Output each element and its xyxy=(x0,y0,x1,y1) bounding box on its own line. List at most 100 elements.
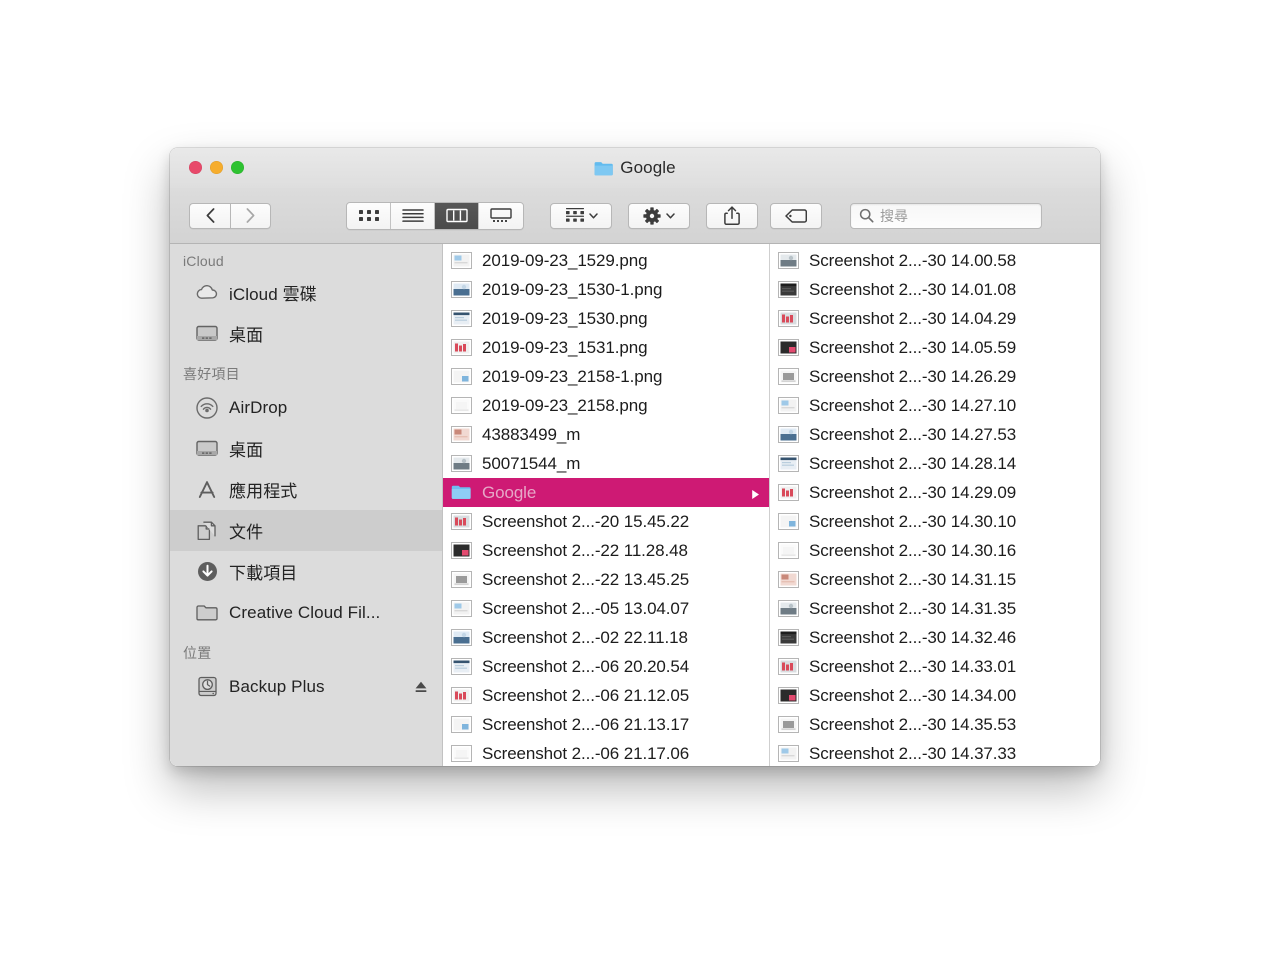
file-row[interactable]: Screenshot 2...-30 14.35.53 xyxy=(770,710,1097,739)
file-row[interactable]: Screenshot 2...-06 21.13.17 xyxy=(443,710,769,739)
file-row[interactable]: Screenshot 2...-30 14.04.29 xyxy=(770,304,1097,333)
image-thumbnail xyxy=(778,687,799,704)
file-row[interactable]: Screenshot 2...-22 11.28.48 xyxy=(443,536,769,565)
image-thumbnail xyxy=(778,658,799,675)
share-icon xyxy=(724,206,740,225)
tag-button[interactable] xyxy=(770,202,822,229)
file-name-label: Screenshot 2...-22 13.45.25 xyxy=(482,569,690,589)
file-name-label: Screenshot 2...-30 14.27.53 xyxy=(809,424,1017,444)
arrange-button[interactable] xyxy=(550,202,612,229)
sidebar-item-1-section-1[interactable]: iCloud 雲碟 xyxy=(170,272,442,313)
file-row[interactable]: 2019-09-23_2158.png xyxy=(443,391,769,420)
sidebar-item-5-section-2[interactable]: 下載項目 xyxy=(170,551,442,592)
minimize-button[interactable] xyxy=(210,161,223,174)
file-row[interactable]: Screenshot 2...-30 14.31.15 xyxy=(770,565,1097,594)
folder-row[interactable]: Google xyxy=(443,478,769,507)
sidebar-item-3-section-2[interactable]: 應用程式 xyxy=(170,469,442,510)
file-row[interactable]: Screenshot 2...-30 14.37.33 xyxy=(770,739,1097,766)
file-row[interactable]: Screenshot 2...-30 14.32.46 xyxy=(770,623,1097,652)
sidebar-item-label: Creative Cloud Fil... xyxy=(229,602,381,622)
downloads-icon xyxy=(196,561,218,583)
file-name-label: Google xyxy=(482,482,537,502)
image-thumbnail xyxy=(451,426,472,443)
list-view-button[interactable] xyxy=(391,202,435,229)
file-row[interactable]: Screenshot 2...-30 14.00.58 xyxy=(770,246,1097,275)
image-thumbnail xyxy=(778,310,799,327)
file-row[interactable]: Screenshot 2...-30 14.31.35 xyxy=(770,594,1097,623)
column-view-icon xyxy=(445,208,468,223)
file-row[interactable]: 2019-09-23_1529.png xyxy=(443,246,769,275)
image-thumbnail xyxy=(778,368,799,385)
column-1: 2019-09-23_1529.png 2019-09-23_1530-1.png… xyxy=(443,244,770,766)
arrange-icon xyxy=(565,208,584,222)
back-button[interactable] xyxy=(189,202,230,229)
file-row[interactable]: Screenshot 2...-30 14.01.08 xyxy=(770,275,1097,304)
file-row[interactable]: Screenshot 2...-05 13.04.07 xyxy=(443,594,769,623)
sidebar-item-label: 文件 xyxy=(229,523,264,542)
window-titlebar[interactable]: Google xyxy=(170,148,1100,188)
file-row[interactable]: Screenshot 2...-30 14.26.29 xyxy=(770,362,1097,391)
icon-view-button[interactable] xyxy=(347,202,391,229)
image-thumbnail xyxy=(778,745,799,762)
file-row[interactable]: 2019-09-23_1530.png xyxy=(443,304,769,333)
gallery-view-button[interactable] xyxy=(479,202,523,229)
sidebar-item-1-section-2[interactable]: AirDrop xyxy=(170,387,442,428)
file-row[interactable]: Screenshot 2...-22 13.45.25 xyxy=(443,565,769,594)
file-row[interactable]: 50071544_m xyxy=(443,449,769,478)
image-thumbnail xyxy=(451,629,472,646)
eject-icon[interactable] xyxy=(414,680,428,694)
file-row[interactable]: Screenshot 2...-30 14.29.09 xyxy=(770,478,1097,507)
file-row[interactable]: Screenshot 2...-06 21.12.05 xyxy=(443,681,769,710)
forward-button[interactable] xyxy=(230,202,271,229)
file-row[interactable]: 2019-09-23_1530-1.png xyxy=(443,275,769,304)
window-title: Google xyxy=(620,158,676,177)
file-row[interactable]: Screenshot 2...-30 14.30.16 xyxy=(770,536,1097,565)
maximize-button[interactable] xyxy=(231,161,244,174)
file-name-label: 2019-09-23_1530-1.png xyxy=(482,279,663,299)
file-row[interactable]: Screenshot 2...-30 14.34.00 xyxy=(770,681,1097,710)
sidebar-item-label: 桌面 xyxy=(229,326,264,345)
sidebar-item-2-section-2[interactable]: 桌面 xyxy=(170,428,442,469)
file-name-label: Screenshot 2...-30 14.30.10 xyxy=(809,511,1017,531)
action-menu-button[interactable] xyxy=(628,202,690,229)
chevron-down-icon xyxy=(666,212,675,219)
file-name-label: Screenshot 2...-30 14.30.16 xyxy=(809,540,1017,560)
file-name-label: Screenshot 2...-06 20.20.54 xyxy=(482,656,690,676)
folder-icon xyxy=(196,602,218,624)
file-row[interactable]: Screenshot 2...-30 14.05.59 xyxy=(770,333,1097,362)
sidebar-item-4-section-2[interactable]: 文件 xyxy=(170,510,442,551)
file-row[interactable]: Screenshot 2...-02 22.11.18 xyxy=(443,623,769,652)
traffic-light-group xyxy=(189,161,244,174)
documents-icon xyxy=(196,520,218,542)
image-thumbnail xyxy=(451,455,472,472)
gear-icon xyxy=(643,206,661,225)
file-row[interactable]: Screenshot 2...-30 14.30.10 xyxy=(770,507,1097,536)
file-row[interactable]: Screenshot 2...-20 15.45.22 xyxy=(443,507,769,536)
column-browser: 2019-09-23_1529.png 2019-09-23_1530-1.png… xyxy=(443,244,1100,766)
share-button[interactable] xyxy=(706,202,758,229)
file-row[interactable]: Screenshot 2...-30 14.33.01 xyxy=(770,652,1097,681)
search-field[interactable]: 搜尋 xyxy=(850,202,1042,229)
eject-button[interactable] xyxy=(414,680,428,694)
image-thumbnail xyxy=(451,397,472,414)
file-row[interactable]: Screenshot 2...-30 14.28.14 xyxy=(770,449,1097,478)
window-title-group: Google xyxy=(170,158,1100,178)
sidebar-item-label: AirDrop xyxy=(229,397,288,417)
image-thumbnail xyxy=(451,571,472,588)
close-button[interactable] xyxy=(189,161,202,174)
sidebar-item-1-section-3[interactable]: Backup Plus xyxy=(170,666,442,707)
file-row[interactable]: Screenshot 2...-30 14.27.53 xyxy=(770,420,1097,449)
file-row[interactable]: Screenshot 2...-06 21.17.06 xyxy=(443,739,769,766)
file-row[interactable]: 43883499_m xyxy=(443,420,769,449)
file-name-label: Screenshot 2...-30 14.29.09 xyxy=(809,482,1017,502)
file-row[interactable]: Screenshot 2...-06 20.20.54 xyxy=(443,652,769,681)
file-name-label: Screenshot 2...-30 14.04.29 xyxy=(809,308,1017,328)
sidebar-item-2-section-1[interactable]: 桌面 xyxy=(170,313,442,354)
column-view-button[interactable] xyxy=(435,202,479,229)
chevron-right-icon xyxy=(246,208,255,223)
file-row[interactable]: 2019-09-23_2158-1.png xyxy=(443,362,769,391)
file-name-label: Screenshot 2...-05 13.04.07 xyxy=(482,598,690,618)
sidebar-item-6-section-2[interactable]: Creative Cloud Fil... xyxy=(170,592,442,633)
file-row[interactable]: 2019-09-23_1531.png xyxy=(443,333,769,362)
file-row[interactable]: Screenshot 2...-30 14.27.10 xyxy=(770,391,1097,420)
